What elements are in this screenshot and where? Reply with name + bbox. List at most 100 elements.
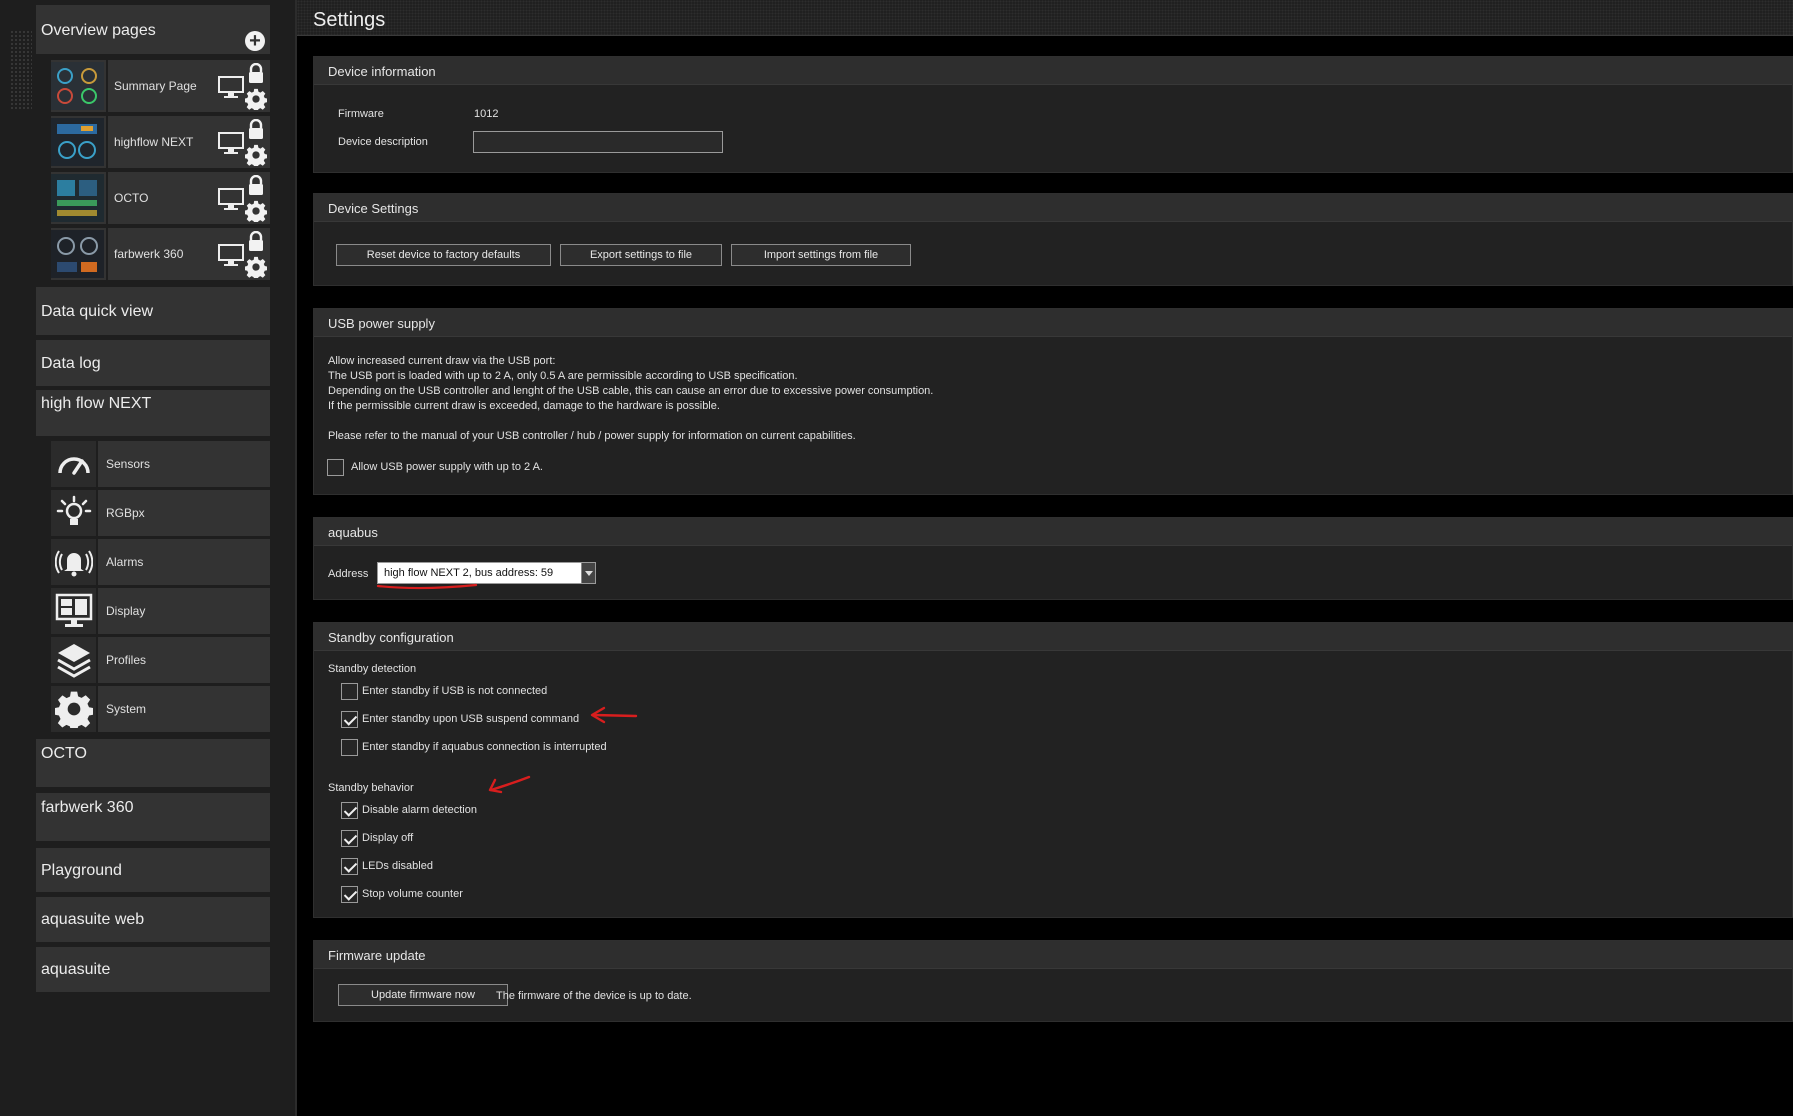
menu-label: Data log [41, 355, 101, 372]
address-select-value: high flow NEXT 2, bus address: 59 [384, 567, 554, 579]
red-arrow-annotation [590, 706, 638, 724]
standby-usb-not-connected-checkbox[interactable] [341, 683, 358, 700]
settings-gear-icon[interactable] [245, 144, 267, 166]
sidebar: Overview pages + Summary Page highflow N… [0, 0, 297, 1116]
checkbox-label: Stop volume counter [362, 888, 463, 900]
panel-header: Device information [314, 57, 1792, 85]
subitem-alarms[interactable]: Alarms [51, 539, 270, 585]
subitem-display[interactable]: Display [51, 588, 270, 634]
usb-info-note: Please refer to the manual of your USB c… [328, 430, 856, 442]
firmware-status-text: The firmware of the device is up to date… [496, 990, 692, 1002]
gauge-icon [51, 441, 96, 487]
firmware-value: 1012 [474, 108, 499, 120]
panel-aquabus: aquabus Address high flow NEXT 2, bus ad… [313, 517, 1793, 600]
monitor-icon[interactable] [218, 188, 244, 210]
monitor-icon[interactable] [218, 244, 244, 266]
export-settings-button[interactable]: Export settings to file [560, 244, 722, 266]
menu-aquasuite[interactable]: aquasuite [36, 947, 270, 992]
separator [106, 116, 108, 168]
usb-info-line: The USB port is loaded with up to 2 A, o… [328, 370, 798, 382]
gear-icon [51, 686, 96, 732]
plus-icon[interactable]: + [245, 31, 265, 51]
menu-label: Playground [41, 862, 122, 879]
subitem-label: Alarms [106, 555, 144, 569]
settings-gear-icon[interactable] [245, 88, 267, 110]
menu-label: aquasuite [41, 961, 111, 978]
lock-icon[interactable] [247, 231, 265, 251]
page-title: Settings [313, 9, 386, 31]
menu-label: Data quick view [41, 303, 154, 320]
leds-disabled-checkbox[interactable] [341, 858, 358, 875]
lock-icon[interactable] [247, 175, 265, 195]
panel-header: Firmware update [314, 941, 1792, 969]
subitem-sensors[interactable]: Sensors [51, 441, 270, 487]
subitem-label: Sensors [106, 457, 151, 471]
menu-farbwerk-360[interactable]: farbwerk 360 [36, 793, 270, 841]
menu-data-quick-view[interactable]: Data quick view [36, 287, 270, 335]
stop-volume-counter-checkbox[interactable] [341, 886, 358, 903]
separator [106, 60, 108, 112]
overview-page-octo[interactable]: OCTO [51, 172, 270, 224]
separator [106, 228, 108, 280]
menu-label: high flow NEXT [41, 395, 152, 412]
lock-icon[interactable] [247, 119, 265, 139]
subitem-label: Display [106, 604, 146, 618]
chevron-down-icon[interactable] [581, 563, 595, 583]
monitor-icon[interactable] [218, 132, 244, 154]
usb-info-line: If the permissible current draw is excee… [328, 400, 720, 412]
settings-gear-icon[interactable] [245, 200, 267, 222]
device-description-input[interactable] [473, 131, 723, 153]
subitem-system[interactable]: System [51, 686, 270, 732]
subitem-profiles[interactable]: Profiles [51, 637, 270, 683]
page-label: farbwerk 360 [114, 247, 184, 261]
panel-title: Firmware update [328, 948, 426, 963]
separator [96, 490, 98, 536]
panel-title: Device Settings [328, 201, 419, 216]
standby-aquabus-interrupted-checkbox[interactable] [341, 739, 358, 756]
standby-usb-suspend-checkbox[interactable] [341, 711, 358, 728]
lock-icon[interactable] [247, 63, 265, 83]
overview-page-highflow[interactable]: highflow NEXT [51, 116, 270, 168]
menu-label: farbwerk 360 [41, 799, 134, 816]
overview-page-summary[interactable]: Summary Page [51, 60, 270, 112]
display-off-checkbox[interactable] [341, 830, 358, 847]
menu-aquasuite-web[interactable]: aquasuite web [36, 897, 270, 942]
standby-detection-title: Standby detection [328, 663, 417, 675]
disable-alarm-detection-checkbox[interactable] [341, 802, 358, 819]
menu-device-high-flow-next[interactable]: high flow NEXT [36, 390, 270, 436]
panel-header: USB power supply [314, 309, 1792, 337]
checkbox-label: Enter standby if aquabus connection is i… [362, 741, 607, 753]
address-select[interactable]: high flow NEXT 2, bus address: 59 [377, 562, 596, 584]
overview-page-farbwerk[interactable]: farbwerk 360 [51, 228, 270, 280]
separator [96, 637, 98, 683]
page-thumbnail [51, 230, 104, 278]
menu-octo[interactable]: OCTO [36, 739, 270, 787]
subitem-rgbpx[interactable]: RGBpx [51, 490, 270, 536]
usb-power-checkbox[interactable] [327, 459, 344, 476]
checkbox-label: Enter standby if USB is not connected [362, 685, 548, 697]
overview-pages-header[interactable]: Overview pages + [36, 5, 270, 54]
menu-playground[interactable]: Playground [36, 848, 270, 892]
reset-factory-defaults-button[interactable]: Reset device to factory defaults [336, 244, 551, 266]
red-underline-annotation [376, 583, 478, 590]
import-settings-button[interactable]: Import settings from file [731, 244, 911, 266]
firmware-label: Firmware [338, 108, 384, 120]
separator [96, 539, 98, 585]
settings-gear-icon[interactable] [245, 256, 267, 278]
drag-handle [10, 30, 32, 110]
panel-device-information: Device information Firmware 1012 Device … [313, 56, 1793, 173]
monitor-icon[interactable] [218, 76, 244, 98]
red-arrow-annotation [488, 775, 531, 794]
checkbox-label: Enter standby upon USB suspend command [362, 713, 580, 725]
menu-data-log[interactable]: Data log [36, 340, 270, 386]
layers-icon [51, 637, 96, 683]
bell-icon [51, 539, 96, 585]
subitem-label: Profiles [106, 653, 147, 667]
display-icon [51, 588, 96, 634]
update-firmware-button[interactable]: Update firmware now [338, 984, 508, 1006]
page-thumbnail [51, 174, 104, 222]
panel-title: Standby configuration [328, 630, 454, 645]
panel-title: USB power supply [328, 316, 435, 331]
subitem-label: System [106, 702, 147, 716]
subitem-label: RGBpx [106, 506, 145, 520]
